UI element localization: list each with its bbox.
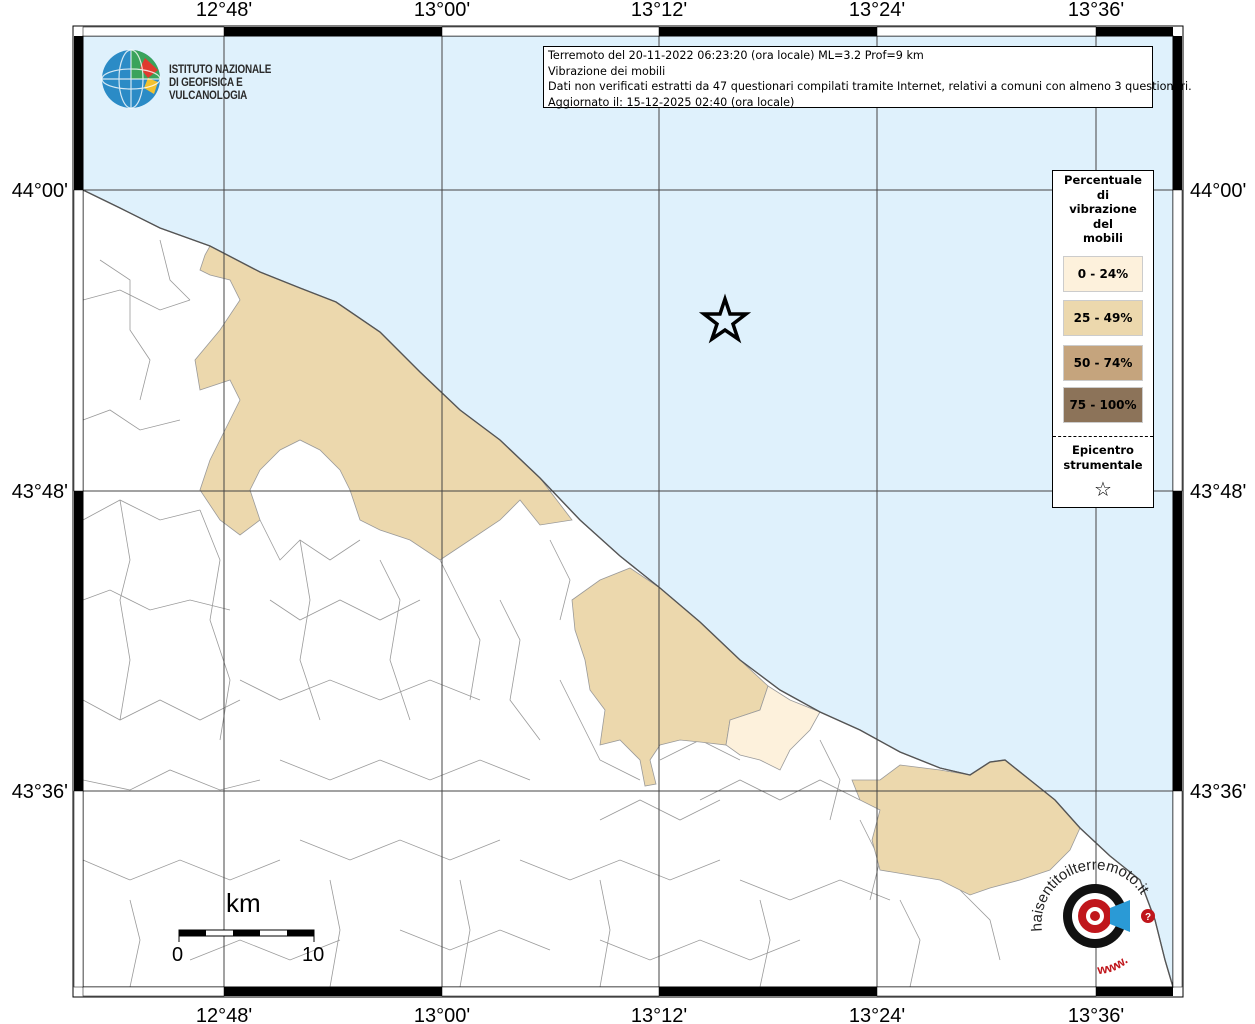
map-parameter: Vibrazione dei mobili — [548, 64, 666, 78]
legend-epicenter-line: strumentale — [1063, 458, 1143, 472]
legend-separator — [1053, 436, 1153, 437]
right-label-1: 44°00' — [1190, 180, 1246, 202]
event-title: Terremoto del 20-11-2022 06:23:20 (ora l… — [548, 49, 924, 62]
axis-labels-top: 12°48' 13°00' 13°12' 13°24' 13°36' — [196, 0, 1124, 21]
bottom-label-5: 13°36' — [1068, 1005, 1124, 1024]
top-label-1: 12°48' — [196, 0, 252, 21]
svg-text:?: ? — [1145, 912, 1151, 923]
ingv-logo: ISTITUTO NAZIONALE DI GEOFISICA E VULCAN… — [100, 48, 320, 110]
top-label-5: 13°36' — [1068, 0, 1124, 21]
right-label-2: 43°48' — [1190, 481, 1246, 503]
legend-title-line: vibrazione — [1069, 202, 1137, 216]
data-note: Dati non verificati estratti da 47 quest… — [548, 80, 1192, 93]
right-label-3: 43°36' — [1190, 781, 1246, 803]
legend-title: Percentuale di vibrazione del mobili — [1053, 171, 1153, 246]
left-label-2: 43°48' — [12, 481, 68, 503]
scale-start: 0 — [172, 944, 184, 966]
legend-epicenter-label: Epicentro strumentale — [1053, 443, 1153, 473]
legend: Percentuale di vibrazione del mobili 0 -… — [1052, 170, 1154, 508]
legend-class-75-100: 75 - 100% — [1063, 387, 1143, 423]
legend-title-line: mobili — [1083, 231, 1123, 245]
top-label-2: 13°00' — [414, 0, 470, 21]
top-label-3: 13°12' — [631, 0, 687, 21]
axis-labels-left: 44°00' 43°48' 43°36' — [12, 180, 68, 803]
bottom-label-1: 12°48' — [196, 1005, 252, 1024]
axis-labels-right: 44°00' 43°48' 43°36' — [1190, 180, 1246, 803]
bottom-label-4: 13°24' — [849, 1005, 905, 1024]
scale-unit: km — [226, 888, 261, 918]
globe-icon — [101, 49, 161, 109]
updated-timestamp: Aggiornato il: 15-12-2025 02:40 (ora loc… — [548, 95, 795, 109]
legend-star-icon: ☆ — [1094, 477, 1112, 501]
ingv-line1: ISTITUTO NAZIONALE — [169, 64, 272, 76]
legend-title-line: di — [1096, 187, 1110, 202]
scale-end: 10 — [302, 944, 325, 966]
legend-title-line: Percentuale — [1064, 173, 1142, 187]
axis-labels-bottom: 12°48' 13°00' 13°12' 13°24' 13°36' — [196, 1005, 1124, 1024]
legend-class-50-74: 50 - 74% — [1063, 345, 1143, 381]
ingv-logo-text: ISTITUTO NAZIONALE DI GEOFISICA E VULCAN… — [169, 64, 299, 103]
haisentito-logo: haisentitoilterremoto.it www. ? — [1030, 857, 1155, 978]
left-label-1: 44°00' — [12, 180, 68, 202]
legend-epicenter-line: Epicentro — [1072, 443, 1134, 457]
legend-class-25-49: 25 - 49% — [1063, 300, 1143, 336]
hst-logo-www: www. — [1095, 953, 1130, 978]
left-label-3: 43°36' — [12, 781, 68, 803]
event-info-box: Terremoto del 20-11-2022 06:23:20 (ora l… — [543, 46, 1192, 109]
ingv-line2: DI GEOFISICA E VULCANOLOGIA — [169, 77, 248, 102]
legend-class-0-24: 0 - 24% — [1063, 256, 1143, 292]
bottom-label-3: 13°12' — [631, 1005, 687, 1024]
top-label-4: 13°24' — [849, 0, 905, 21]
bottom-label-2: 13°00' — [414, 1005, 470, 1024]
legend-title-line: del — [1093, 216, 1113, 231]
